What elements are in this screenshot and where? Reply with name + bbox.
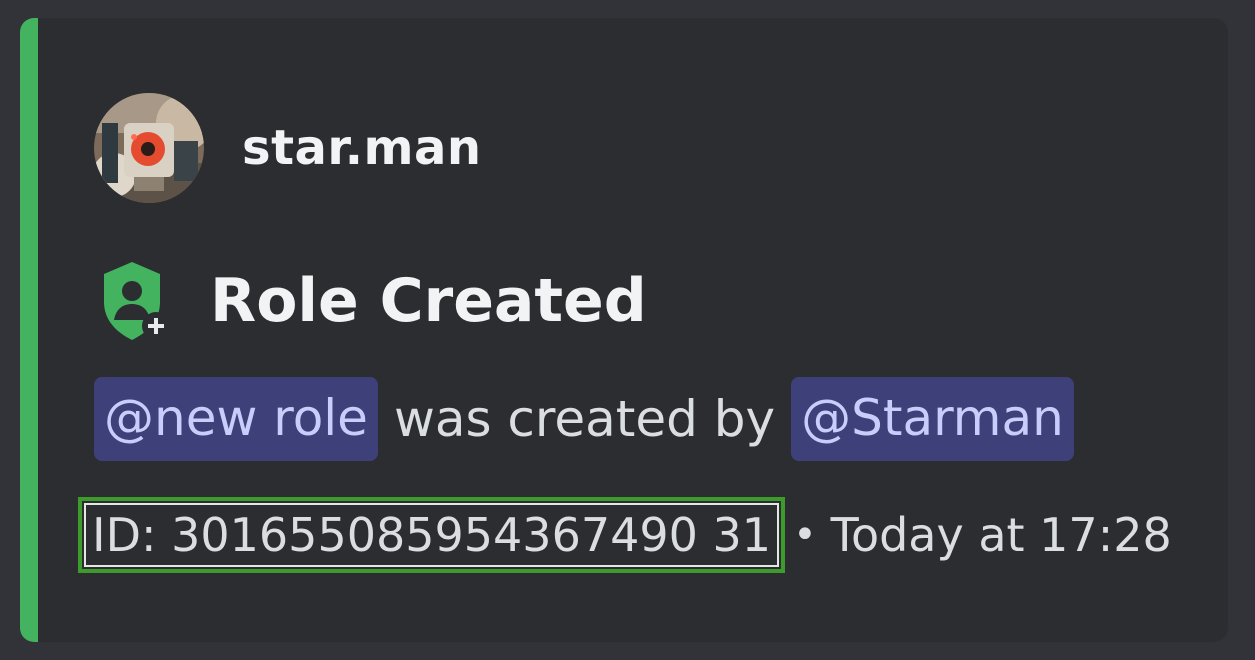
- embed-accent-bar: [20, 18, 38, 642]
- role-mention[interactable]: @new role: [94, 377, 378, 461]
- embed-description: @new role was created by @Starman: [94, 376, 1074, 462]
- avatar[interactable]: [94, 93, 204, 203]
- embed-title-row: Role Created: [100, 256, 647, 346]
- footer-timestamp: Today at 17:28: [830, 508, 1172, 562]
- user-mention[interactable]: @Starman: [791, 377, 1074, 461]
- robot-avatar-icon: [94, 93, 204, 203]
- role-shield-add-icon: [104, 262, 170, 340]
- footer-separator: •: [793, 512, 817, 558]
- embed-title: Role Created: [210, 266, 647, 336]
- footer-id: ID: 301655085954367490 31: [84, 503, 780, 567]
- id-highlight-box: ID: 301655085954367490 31: [78, 497, 786, 573]
- embed-card: star.man Role Created @new role was crea…: [20, 18, 1228, 642]
- embed-author: star.man: [94, 93, 482, 203]
- embed-footer: ID: 301655085954367490 31 • Today at 17:…: [78, 497, 1172, 573]
- description-text: was created by: [393, 390, 776, 448]
- author-name[interactable]: star.man: [242, 120, 482, 176]
